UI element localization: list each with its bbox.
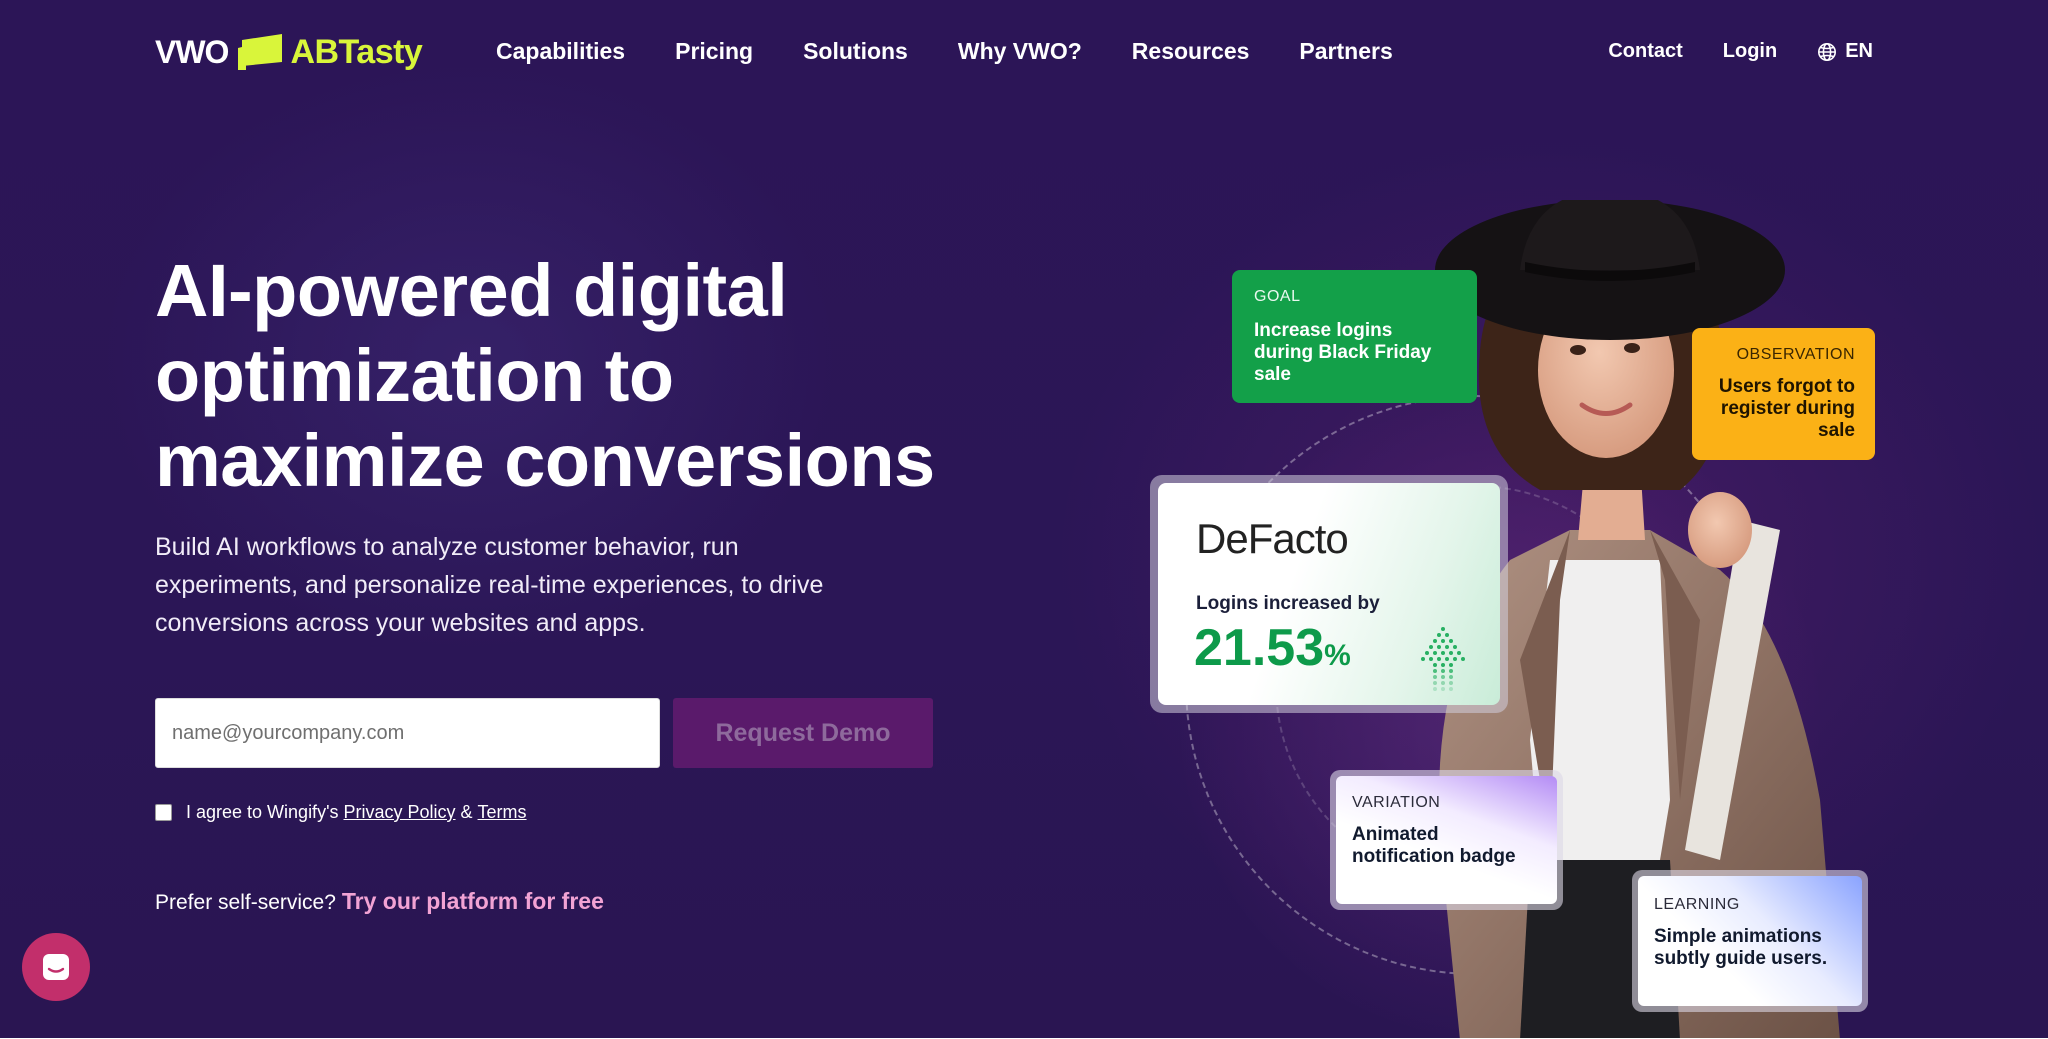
observation-card: OBSERVATION Users forgot to register dur… [1692, 328, 1875, 460]
variation-text: Animated notification badge [1352, 824, 1516, 867]
hero-section: VWO ABTasty Capabilities Pricing Solutio… [0, 0, 2048, 1038]
learning-text: Simple animations subtly guide users. [1654, 926, 1828, 969]
headline-line-3: maximize conversions [155, 419, 935, 502]
flag-icon [236, 32, 286, 72]
nav-solutions[interactable]: Solutions [803, 38, 908, 65]
goal-text: Increase logins during Black Friday sale [1254, 320, 1432, 385]
login-link[interactable]: Login [1723, 40, 1777, 63]
main-nav: Capabilities Pricing Solutions Why VWO? … [496, 38, 1443, 65]
chat-launcher-button[interactable] [22, 933, 90, 1001]
consent-row: I agree to Wingify's Privacy Policy & Te… [155, 802, 532, 823]
metric-number: 21.53 [1194, 619, 1325, 677]
hero-headline: AI-powered digital optimization to maxim… [155, 248, 975, 503]
goal-card: GOAL Increase logins during Black Friday… [1232, 270, 1477, 403]
learning-label: LEARNING [1654, 896, 1740, 913]
metric-unit: % [1324, 639, 1351, 672]
consent-text: I agree to Wingify's [186, 802, 339, 822]
metric-card: DeFacto Logins increased by 21.53% [1150, 475, 1508, 713]
language-selector[interactable]: EN [1817, 40, 1873, 63]
nav-resources[interactable]: Resources [1132, 38, 1250, 65]
headline-line-1: AI-powered digital [155, 249, 788, 332]
nav-why-vwo[interactable]: Why VWO? [958, 38, 1082, 65]
nav-pricing[interactable]: Pricing [675, 38, 753, 65]
brand-logo[interactable]: VWO ABTasty [155, 30, 423, 74]
globe-icon [1818, 42, 1837, 61]
hero-subtext: Build AI workflows to analyze customer b… [155, 533, 824, 637]
consent-checkbox[interactable] [155, 804, 172, 821]
learning-card: LEARNING Simple animations subtly guide … [1632, 870, 1868, 1012]
chat-icon [43, 954, 69, 980]
nav-capabilities[interactable]: Capabilities [496, 38, 625, 65]
variation-card: VARIATION Animated notification badge [1330, 770, 1563, 910]
logo-vwo-text: VWO [155, 33, 229, 70]
email-input[interactable] [155, 698, 660, 768]
terms-link[interactable]: Terms [478, 802, 527, 823]
headline-line-2: optimization to [155, 334, 674, 417]
free-trial-link[interactable]: Try our platform for free [342, 888, 604, 915]
nav-utility: Contact Login EN [1568, 40, 1873, 63]
goal-label: GOAL [1254, 288, 1301, 305]
metric-value: 21.53% [1194, 618, 1351, 678]
defacto-logo: DeFacto [1196, 515, 1349, 562]
arrow-up-dots-icon [1421, 627, 1465, 691]
language-label: EN [1845, 40, 1873, 62]
logo-abtasty-text: ABTasty [290, 32, 423, 71]
observation-text: Users forgot to register during sale [1718, 376, 1855, 441]
self-service-text: Prefer self-service? [155, 891, 336, 914]
self-service-row: Prefer self-service? Try our platform fo… [155, 888, 604, 915]
observation-label: OBSERVATION [1736, 346, 1855, 363]
metric-label: Logins increased by [1196, 593, 1380, 614]
nav-partners[interactable]: Partners [1299, 38, 1392, 65]
request-demo-button[interactable]: Request Demo [673, 698, 933, 768]
privacy-policy-link[interactable]: Privacy Policy [344, 802, 456, 823]
consent-and: & [460, 802, 473, 822]
variation-label: VARIATION [1352, 794, 1441, 811]
contact-link[interactable]: Contact [1608, 40, 1682, 63]
